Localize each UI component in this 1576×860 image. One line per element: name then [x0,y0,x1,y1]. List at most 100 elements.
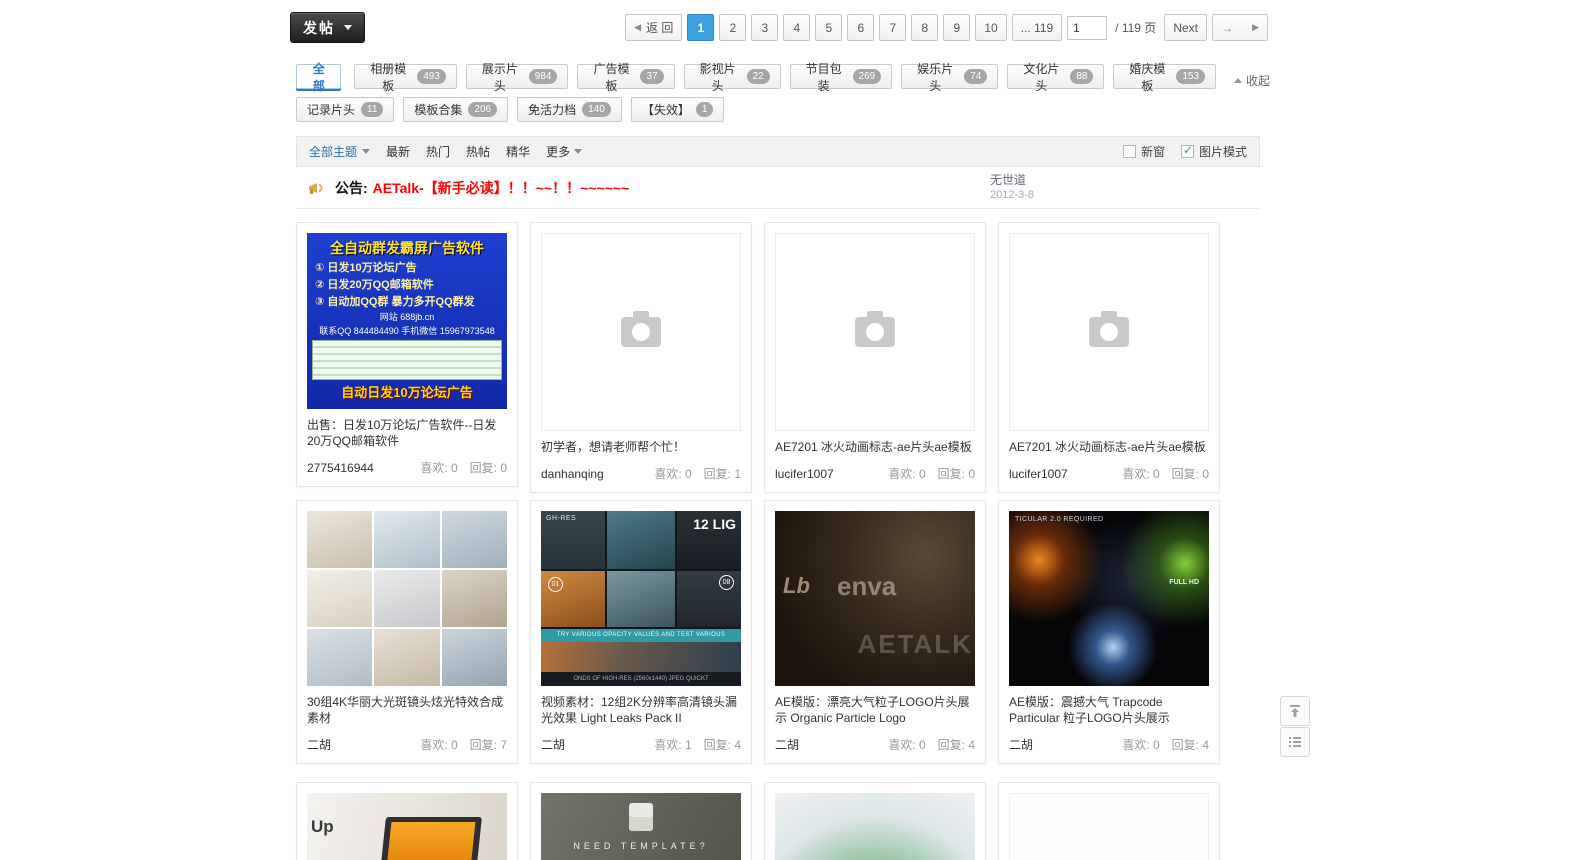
filter-tab[interactable]: 婚庆模板 153 [1113,64,1216,89]
filter-tab[interactable]: 免活力档 140 [517,97,622,122]
filter-tab[interactable]: 娱乐片头 74 [901,64,998,89]
thread-author[interactable]: 2775416944 [307,461,374,475]
thread-thumbnail[interactable] [307,511,507,686]
thread-stats: 喜欢: 0 回复: 0 [888,465,975,482]
collapse-link[interactable]: 收起 [1234,72,1270,89]
thread-title[interactable]: 初学者，想请老师帮个忙！ [541,439,741,455]
filter-tab[interactable]: 影视片头 22 [684,64,781,89]
thread-stats: 喜欢: 0 回复: 0 [1122,465,1209,482]
announcement-author[interactable]: 无世道 [990,173,1034,188]
image-mode-checkbox[interactable]: 图片模式 [1181,143,1247,160]
back-to-top-button[interactable] [1280,696,1310,726]
thread-card[interactable]: TICULAR 2.0 REQUIRED FULL HD AE模版：震撼大气 T… [998,500,1220,764]
thread-card[interactable]: GH-RES 12 LIG 01 08 TRY VARIOUS OPACITY … [530,500,752,764]
page-button[interactable]: 7 [879,14,906,41]
thread-thumbnail[interactable]: 全自动群发霸屏广告软件 ① 日发10万论坛广告 ② 日发20万QQ邮箱软件 ③ … [307,233,507,409]
page-button-ellipsis[interactable]: ... 119 [1012,14,1062,41]
thread-card[interactable] [998,782,1220,860]
thread-title[interactable]: AE模版：震撼大气 Trapcode Particular 粒子LOGO片头展示 [1009,694,1209,726]
filter-tab-all[interactable]: 全部 [296,64,341,89]
filter-tab-count: 74 [964,69,987,84]
thread-thumbnail-placeholder[interactable] [775,233,975,431]
all-topics-label: 全部主题 [309,143,357,160]
sort-link-digest[interactable]: 精华 [506,143,530,160]
thread-title[interactable]: AE7201 冰火动画标志-ae片头ae模板 [775,439,975,455]
image-caption: TRY VARIOUS OPACITY VALUES AND TEST VARI… [541,629,741,642]
page-button[interactable]: 10 [975,14,1006,41]
thread-thumbnail-placeholder[interactable] [541,233,741,431]
filter-tab[interactable]: 相册模板 493 [354,64,457,89]
likes-count: 喜欢: 1 [654,736,691,753]
sort-bar: 全部主题 最新 热门 热帖 精华 更多 新窗 图片模式 [296,136,1260,167]
thread-title[interactable]: 视频素材：12组2K分辨率高清镜头漏光效果 Light Leaks Pack I… [541,694,741,726]
page-button[interactable]: 2 [719,14,746,41]
thread-author[interactable]: 二胡 [307,736,331,753]
page-button[interactable]: 9 [943,14,970,41]
thread-author[interactable]: lucifer1007 [1009,467,1068,481]
filter-tab[interactable]: 【失效】 1 [631,97,725,122]
page-button-current[interactable]: 1 [687,14,714,41]
next-arrow-icon: ▶ [1252,22,1259,33]
sort-link-newest[interactable]: 最新 [386,143,410,160]
thread-card[interactable]: 初学者，想请老师帮个忙！ danhanqing 喜欢: 0 回复: 1 [530,222,752,493]
filter-row-1: 全部 相册模板 493 展示片头 984 广告模板 37 影视片头 22 节目包… [296,64,1216,89]
list-mode-button[interactable] [1280,727,1310,757]
thread-card[interactable]: Up [296,782,518,860]
filter-tab[interactable]: 节目包装 269 [790,64,893,89]
all-topics-dropdown[interactable]: 全部主题 [309,143,370,160]
sort-link-hot-posts[interactable]: 热帖 [466,143,490,160]
sort-more-dropdown[interactable]: 更多 [546,143,582,160]
announcement-link[interactable]: AETalk-【新手必读】！！~~！！~~~~~~ [373,178,630,198]
thread-title[interactable]: AE7201 冰火动画标志-ae片头ae模板 [1009,439,1209,455]
thread-card[interactable]: AE7201 冰火动画标志-ae片头ae模板 lucifer1007 喜欢: 0… [998,222,1220,493]
last-arrow-icon: → [1221,21,1233,35]
thread-stats: 喜欢: 0 回复: 4 [1122,736,1209,753]
filter-tab[interactable]: 展示片头 984 [466,64,569,89]
thread-thumbnail[interactable]: Lb enva AETALK [775,511,975,686]
last-page-button[interactable]: → ▶ [1212,14,1268,41]
thread-title[interactable]: AE模版：漂亮大气粒子LOGO片头展示 Organic Particle Log… [775,694,975,726]
filter-tab[interactable]: 记录片头 11 [296,97,394,122]
thread-card[interactable]: Lb enva AETALK AE模版：漂亮大气粒子LOGO片头展示 Organ… [764,500,986,764]
thread-thumbnail[interactable] [775,793,975,860]
image-label: NEED TEMPLATE? [541,841,741,851]
thread-author[interactable]: 二胡 [775,736,799,753]
thread-card[interactable]: AE7201 冰火动画标志-ae片头ae模板 lucifer1007 喜欢: 0… [764,222,986,493]
thread-card[interactable]: NEED TEMPLATE? [530,782,752,860]
thread-thumbnail[interactable]: NEED TEMPLATE? [541,793,741,860]
filter-tab[interactable]: 广告模板 37 [577,64,674,89]
filter-tab-count: 140 [582,102,611,117]
next-page-button[interactable]: Next [1164,14,1207,41]
thread-author[interactable]: 二胡 [541,736,565,753]
thread-card[interactable]: 全自动群发霸屏广告软件 ① 日发10万论坛广告 ② 日发20万QQ邮箱软件 ③ … [296,222,518,487]
page-button[interactable]: 8 [911,14,938,41]
filter-tab[interactable]: 文化片头 88 [1007,64,1104,89]
megaphone-icon [308,180,325,196]
filter-tab-label: 模板合集 [414,101,462,118]
page-jump-input[interactable] [1067,16,1107,40]
thread-card[interactable]: 30组4K华丽大光斑镜头炫光特效合成素材 二胡 喜欢: 0 回复: 7 [296,500,518,764]
page-button[interactable]: 5 [815,14,842,41]
sort-link-hot[interactable]: 热门 [426,143,450,160]
thread-author[interactable]: 二胡 [1009,736,1033,753]
collage-tile [607,511,675,569]
thread-title[interactable]: 30组4K华丽大光斑镜头炫光特效合成素材 [307,694,507,726]
new-window-checkbox[interactable]: 新窗 [1123,143,1165,160]
thread-thumbnail[interactable]: Up [307,793,507,860]
collage-tile [374,511,439,568]
thread-author[interactable]: lucifer1007 [775,467,834,481]
thread-thumbnail[interactable] [1009,793,1209,860]
thread-card[interactable] [764,782,986,860]
thread-thumbnail[interactable]: GH-RES 12 LIG 01 08 TRY VARIOUS OPACITY … [541,511,741,686]
page-button[interactable]: 4 [783,14,810,41]
new-post-button[interactable]: 发帖 [290,12,365,43]
page-button[interactable]: 3 [751,14,778,41]
collage-tile [442,570,507,627]
thread-author[interactable]: danhanqing [541,467,604,481]
thread-thumbnail[interactable]: TICULAR 2.0 REQUIRED FULL HD [1009,511,1209,686]
filter-tab[interactable]: 模板合集 206 [403,97,508,122]
page-button[interactable]: 6 [847,14,874,41]
thread-thumbnail-placeholder[interactable] [1009,233,1209,431]
back-button[interactable]: ◀ 返 回 [625,14,682,41]
thread-title[interactable]: 出售：日发10万论坛广告软件--日发20万QQ邮箱软件 [307,417,507,449]
